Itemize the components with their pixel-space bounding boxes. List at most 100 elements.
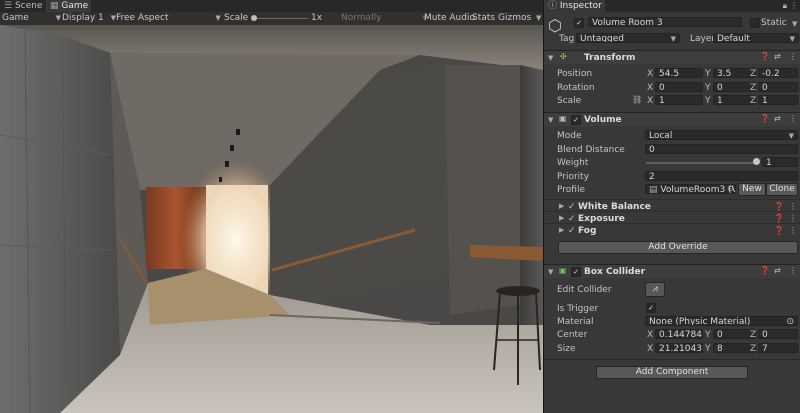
position-x-field[interactable]: 54.5 — [655, 68, 703, 78]
center-x-field[interactable]: 0.144784 — [655, 329, 703, 339]
chevron-right-icon[interactable]: ▶ — [559, 214, 564, 222]
lock-icon[interactable]: 🔒︎ — [783, 1, 787, 11]
box-collider-enabled-checkbox[interactable]: ✓ — [571, 267, 581, 277]
size-z-field[interactable]: 7 — [758, 343, 798, 353]
axis-z-label: Z — [750, 344, 757, 354]
volume-icon: ▣ — [559, 114, 567, 123]
box-collider-header[interactable]: ▼ ▣ ✓ Box Collider ❓ ⇄ ⋮ — [544, 264, 800, 278]
active-checkbox[interactable]: ✓ — [574, 18, 584, 28]
kebab-menu-icon[interactable]: ⋮ — [789, 114, 797, 123]
stats-toggle[interactable]: Stats — [472, 12, 495, 25]
tab-game[interactable]: ▦ Game — [46, 0, 92, 12]
transform-icon: ✣ — [560, 52, 567, 61]
object-picker-icon[interactable]: ⊙ — [786, 317, 794, 325]
info-icon: ⓘ — [548, 1, 558, 11]
scale-slider[interactable] — [250, 12, 310, 25]
preset-icon[interactable]: ⇄ — [774, 266, 781, 275]
new-profile-button[interactable]: New — [738, 183, 766, 196]
scale-slider-handle[interactable] — [251, 15, 257, 21]
override-fog[interactable]: ▶ ✓ Fog ❓ ⋮ — [544, 223, 800, 236]
is-trigger-checkbox[interactable]: ✓ — [646, 303, 656, 313]
is-trigger-label: Is Trigger — [557, 304, 599, 314]
view-tabbar: ☰ Scene ▦ Game — [0, 0, 543, 12]
kebab-menu-icon[interactable]: ⋮ — [789, 214, 797, 223]
add-override-button[interactable]: Add Override — [558, 241, 798, 254]
volume-enabled-checkbox[interactable]: ✓ — [571, 115, 581, 125]
layer-label: Layer — [690, 34, 716, 44]
size-label: Size — [557, 344, 576, 354]
rotation-x-field[interactable]: 0 — [655, 82, 703, 92]
game-tab-icon: ▦ — [50, 1, 59, 11]
weight-field[interactable]: 1 — [762, 157, 798, 167]
display-dropdown[interactable]: Display 1 ▼ — [62, 12, 116, 25]
clone-profile-button[interactable]: Clone — [766, 183, 798, 196]
weight-slider-handle[interactable] — [753, 158, 760, 165]
tag-dropdown[interactable]: Untagged ▼ — [576, 33, 680, 43]
position-label: Position — [557, 69, 593, 79]
link-icon[interactable]: ⛓ — [632, 95, 642, 104]
static-checkbox[interactable] — [750, 18, 760, 28]
preset-icon[interactable]: ⇄ — [774, 52, 781, 61]
transform-header[interactable]: ▼ ✣ Transform ❓ ⇄ ⋮ — [544, 50, 800, 64]
mode-value: Local — [649, 131, 673, 140]
rotation-z-field[interactable]: 0 — [758, 82, 798, 92]
scene-render-image — [0, 25, 543, 413]
chevron-down-icon[interactable]: ▼ — [548, 54, 553, 62]
help-icon[interactable]: ❓ — [774, 226, 784, 235]
blend-distance-field[interactable]: 0 — [645, 144, 798, 154]
material-field[interactable]: None (Physic Material) ⊙ — [645, 316, 798, 326]
object-name-field[interactable]: Volume Room 3 — [588, 17, 742, 27]
object-picker-icon[interactable]: ⊙ — [727, 184, 734, 193]
layer-dropdown[interactable]: Default ▼ — [713, 33, 799, 43]
help-icon[interactable]: ❓ — [774, 202, 784, 211]
tab-scene[interactable]: ☰ Scene — [0, 0, 45, 12]
priority-field[interactable]: 2 — [645, 171, 798, 181]
inspector-panel: ⓘ Inspector 🔒︎ ⋮ ⬡ ✓ Volume Room 3 Stati… — [543, 0, 800, 413]
game-render-viewport[interactable] — [0, 25, 543, 413]
scale-x-field[interactable]: 1 — [655, 95, 703, 105]
mode-dropdown[interactable]: Local ▼ — [645, 130, 798, 140]
axis-x-label: X — [647, 83, 654, 93]
chevron-right-icon[interactable]: ▶ — [559, 226, 564, 234]
kebab-menu-icon[interactable]: ⋮ — [789, 202, 797, 211]
help-icon[interactable]: ❓ — [760, 52, 770, 61]
axis-z-label: Z — [750, 96, 757, 106]
kebab-menu-icon[interactable]: ⋮ — [790, 1, 798, 10]
chevron-right-icon[interactable]: ▶ — [559, 202, 564, 210]
kebab-menu-icon[interactable]: ⋮ — [789, 266, 797, 275]
kebab-menu-icon[interactable]: ⋮ — [789, 52, 797, 61]
weight-slider-track[interactable] — [646, 162, 758, 164]
preset-icon[interactable]: ⇄ — [774, 114, 781, 123]
weight-label: Weight — [557, 158, 589, 168]
render-mode-dropdown[interactable]: Normally ▼ — [341, 12, 428, 25]
override-checkmark-icon[interactable]: ✓ — [568, 226, 576, 236]
position-z-field[interactable]: -0.2 — [758, 68, 798, 78]
render-mode-label: Normally — [341, 13, 382, 23]
gizmos-dropdown[interactable]: Gizmos ▼ — [498, 12, 541, 25]
add-component-button[interactable]: Add Component — [596, 366, 748, 379]
chevron-down-icon[interactable]: ▼ — [792, 20, 797, 28]
blend-distance-label: Blend Distance — [557, 145, 625, 155]
edit-collider-button[interactable]: ⩘ — [645, 282, 665, 297]
axis-y-label: Y — [705, 69, 711, 79]
mute-audio-toggle[interactable]: Mute Audio — [424, 12, 475, 25]
material-label: Material — [557, 317, 594, 327]
size-x-field[interactable]: 21.21043 — [655, 343, 703, 353]
volume-title: Volume — [584, 115, 622, 125]
tab-inspector[interactable]: ⓘ Inspector — [544, 0, 605, 12]
scale-z-field[interactable]: 1 — [758, 95, 798, 105]
profile-field[interactable]: ▤ VolumeRoom3 (Vo — [645, 184, 736, 194]
aspect-dropdown[interactable]: Free Aspect ▼ — [116, 12, 221, 25]
scale-slider-track — [252, 18, 308, 19]
help-icon[interactable]: ❓ — [760, 114, 770, 123]
chevron-down-icon[interactable]: ▼ — [548, 116, 553, 124]
chevron-down-icon[interactable]: ▼ — [548, 268, 553, 276]
kebab-menu-icon[interactable]: ⋮ — [789, 226, 797, 235]
tab-inspector-label: Inspector — [559, 1, 602, 11]
help-icon[interactable]: ❓ — [760, 266, 770, 275]
display-mode-dropdown[interactable]: Game ▼ — [2, 12, 61, 25]
center-z-field[interactable]: 0 — [758, 329, 798, 339]
axis-y-label: Y — [705, 83, 711, 93]
volume-header[interactable]: ▼ ▣ ✓ Volume ❓ ⇄ ⋮ — [544, 112, 800, 126]
help-icon[interactable]: ❓ — [774, 214, 784, 223]
